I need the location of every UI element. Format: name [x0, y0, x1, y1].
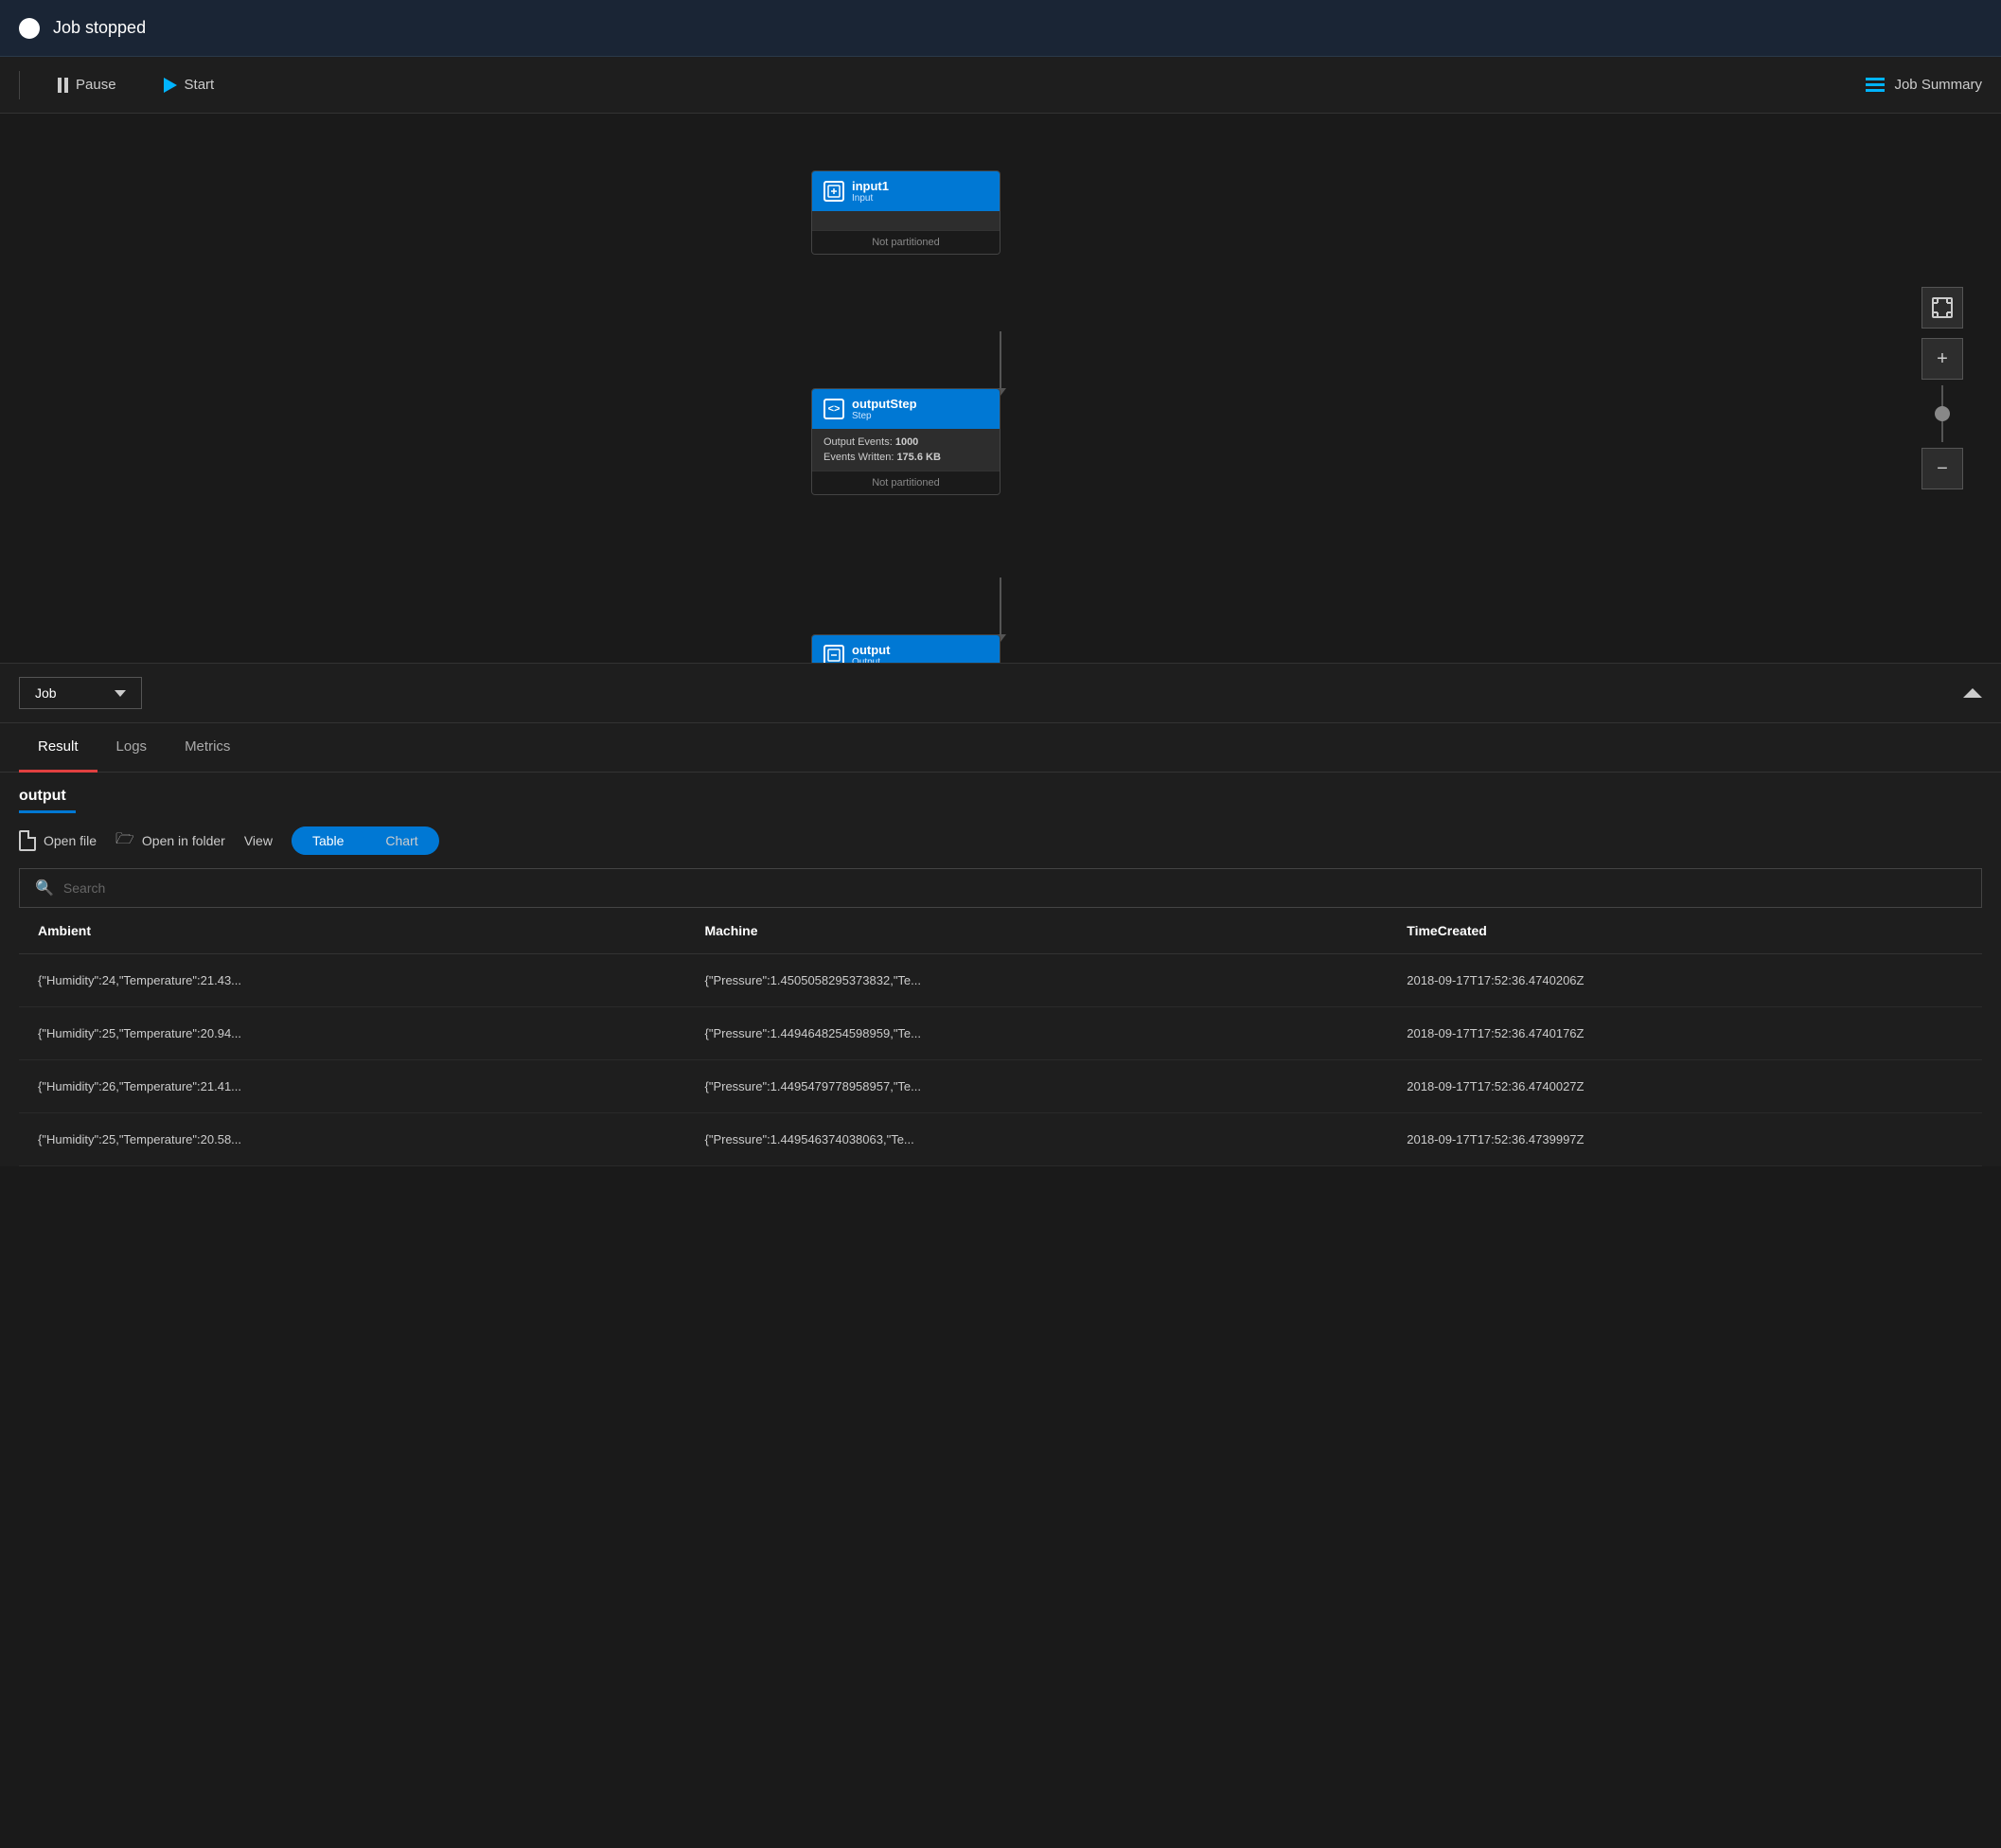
- tab-metrics[interactable]: Metrics: [166, 723, 249, 773]
- output-toolbar: Open file 🗁 Open in folder View Table Ch…: [19, 826, 1982, 855]
- job-status-icon: [19, 18, 40, 39]
- node-outputstep-card[interactable]: <> outputStep Step Output Events: 1000 E…: [811, 388, 1000, 495]
- node-outputstep-footer: Not partitioned: [812, 471, 1000, 494]
- job-status-title: Job stopped: [53, 18, 146, 38]
- node-input1-header: input1 Input: [812, 171, 1000, 211]
- cell-machine: {"Pressure":1.4505058295373832,"Te...: [685, 954, 1388, 1007]
- zoom-controls: + −: [1921, 287, 1963, 489]
- data-table: Ambient Machine TimeCreated {"Humidity":…: [19, 908, 1982, 1166]
- cell-ambient: {"Humidity":24,"Temperature":21.43...: [19, 954, 685, 1007]
- node-output-icon: [823, 645, 844, 663]
- tab-result[interactable]: Result: [19, 723, 97, 773]
- table-body: {"Humidity":24,"Temperature":21.43...{"P…: [19, 954, 1982, 1166]
- diagram-area: input1 Input Not partitioned <> outputSt…: [0, 114, 2001, 663]
- table-row: {"Humidity":26,"Temperature":21.41...{"P…: [19, 1060, 1982, 1113]
- chevron-down-icon: [115, 690, 126, 697]
- cell-machine: {"Pressure":1.4495479778958957,"Te...: [685, 1060, 1388, 1113]
- node-output[interactable]: output Output Output Events: 1000 Not pa…: [811, 634, 1000, 663]
- cell-machine: {"Pressure":1.4494648254598959,"Te...: [685, 1007, 1388, 1060]
- search-bar: 🔍: [19, 868, 1982, 908]
- node-outputstep-events: Output Events: 1000: [823, 436, 988, 448]
- output-underline: [19, 810, 76, 813]
- output-section: output Open file 🗁 Open in folder View T…: [0, 773, 2001, 1166]
- cell-machine: {"Pressure":1.449546374038063,"Te...: [685, 1113, 1388, 1166]
- chevron-up-icon: [1963, 688, 1982, 698]
- job-summary-button[interactable]: Job Summary: [1866, 77, 1982, 93]
- start-button[interactable]: Start: [154, 71, 224, 98]
- node-outputstep-body: Output Events: 1000 Events Written: 175.…: [812, 429, 1000, 471]
- toolbar-divider: [19, 71, 20, 99]
- cell-time_created: 2018-09-17T17:52:36.4739997Z: [1388, 1113, 1982, 1166]
- node-output-card[interactable]: output Output Output Events: 1000 Not pa…: [811, 634, 1000, 663]
- node-outputstep-header: <> outputStep Step: [812, 389, 1000, 429]
- toolbar-left: Pause Start: [19, 71, 223, 99]
- fit-button[interactable]: [1921, 287, 1963, 329]
- pause-button[interactable]: Pause: [48, 71, 126, 98]
- pause-icon: [58, 78, 68, 93]
- column-time-created: TimeCreated: [1388, 908, 1982, 954]
- column-machine: Machine: [685, 908, 1388, 954]
- cell-ambient: {"Humidity":25,"Temperature":20.94...: [19, 1007, 685, 1060]
- node-output-title: output: [852, 643, 890, 657]
- view-toggle-group: Table Chart: [292, 826, 439, 855]
- node-outputstep[interactable]: <> outputStep Step Output Events: 1000 E…: [811, 388, 1000, 495]
- zoom-slider-thumb[interactable]: [1935, 406, 1950, 421]
- collapse-button[interactable]: [1963, 688, 1982, 698]
- node-input1-footer: Not partitioned: [812, 230, 1000, 254]
- node-input1-title: input1: [852, 179, 889, 193]
- node-input1-type: Input: [852, 193, 889, 204]
- node-outputstep-written: Events Written: 175.6 KB: [823, 452, 988, 463]
- cell-time_created: 2018-09-17T17:52:36.4740176Z: [1388, 1007, 1982, 1060]
- open-folder-button[interactable]: 🗁 Open in folder: [115, 828, 225, 854]
- column-ambient: Ambient: [19, 908, 685, 954]
- output-label: output: [19, 788, 1982, 805]
- view-label: View: [244, 833, 273, 848]
- node-output-header: output Output: [812, 635, 1000, 663]
- cell-time_created: 2018-09-17T17:52:36.4740027Z: [1388, 1060, 1982, 1113]
- top-bar: Job stopped: [0, 0, 2001, 57]
- node-input1[interactable]: input1 Input Not partitioned: [811, 170, 1000, 255]
- job-summary-icon: [1866, 78, 1885, 92]
- node-input1-card[interactable]: input1 Input Not partitioned: [811, 170, 1000, 255]
- open-file-button[interactable]: Open file: [19, 830, 97, 851]
- table-header-row: Ambient Machine TimeCreated: [19, 908, 1982, 954]
- tabs: Result Logs Metrics: [0, 723, 2001, 773]
- search-icon: 🔍: [35, 879, 54, 897]
- zoom-in-button[interactable]: +: [1921, 338, 1963, 380]
- bottom-panel: Job Result Logs Metrics output Open file: [0, 663, 2001, 1166]
- file-icon: [19, 830, 36, 851]
- tab-logs[interactable]: Logs: [97, 723, 167, 773]
- cell-ambient: {"Humidity":25,"Temperature":20.58...: [19, 1113, 685, 1166]
- toggle-table[interactable]: Table: [292, 826, 364, 855]
- zoom-slider-track: [1941, 385, 1943, 442]
- table-row: {"Humidity":25,"Temperature":20.58...{"P…: [19, 1113, 1982, 1166]
- folder-icon: 🗁: [115, 828, 134, 854]
- cell-time_created: 2018-09-17T17:52:36.4740206Z: [1388, 954, 1982, 1007]
- toolbar: Pause Start Job Summary: [0, 57, 2001, 114]
- panel-top: Job: [0, 664, 2001, 723]
- node-outputstep-title: outputStep: [852, 397, 917, 411]
- zoom-out-button[interactable]: −: [1921, 448, 1963, 489]
- search-input[interactable]: [63, 880, 1966, 896]
- play-icon: [164, 78, 177, 93]
- node-input1-body: [812, 211, 1000, 230]
- table-row: {"Humidity":25,"Temperature":20.94...{"P…: [19, 1007, 1982, 1060]
- node-output-type: Output: [852, 657, 890, 663]
- table-row: {"Humidity":24,"Temperature":21.43...{"P…: [19, 954, 1982, 1007]
- node-input1-icon: [823, 181, 844, 202]
- job-dropdown[interactable]: Job: [19, 677, 142, 709]
- table-header: Ambient Machine TimeCreated: [19, 908, 1982, 954]
- toggle-chart[interactable]: Chart: [364, 826, 438, 855]
- cell-ambient: {"Humidity":26,"Temperature":21.41...: [19, 1060, 685, 1113]
- arrow-1: [1000, 331, 1001, 388]
- arrow-2: [1000, 578, 1001, 634]
- node-outputstep-icon: <>: [823, 399, 844, 419]
- node-outputstep-type: Step: [852, 411, 917, 421]
